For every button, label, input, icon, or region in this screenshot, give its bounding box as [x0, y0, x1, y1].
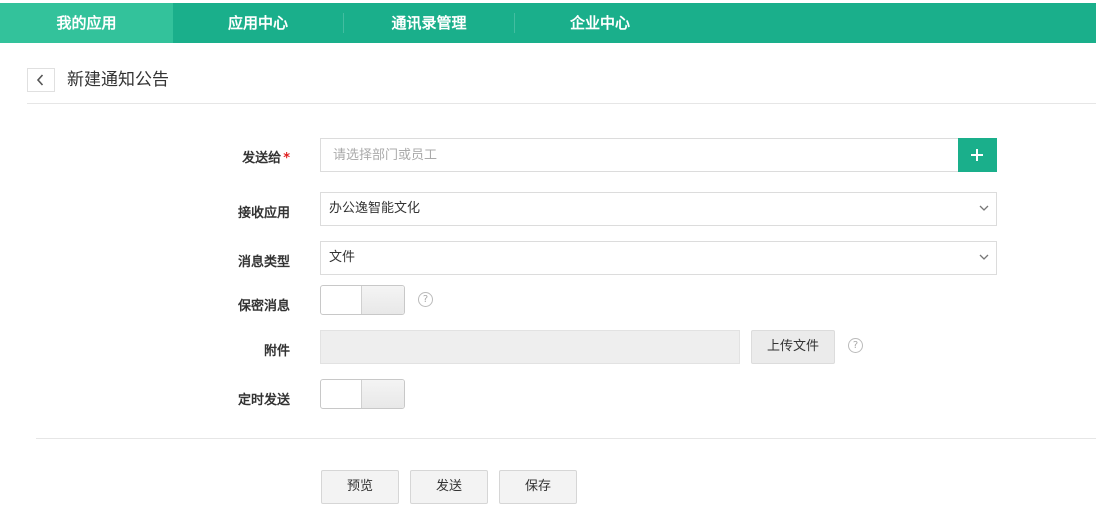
back-button[interactable]: [27, 68, 55, 92]
chevron-down-icon: [979, 254, 989, 260]
confidential-toggle[interactable]: [320, 285, 405, 315]
send-to-label: 发送给 *: [150, 147, 290, 166]
toggle-knob: [361, 380, 404, 408]
send-to-field: [320, 138, 960, 172]
required-mark: *: [283, 151, 290, 166]
scheduled-send-label: 定时发送: [237, 393, 290, 408]
top-nav: 我的应用 应用中心 通讯录管理 企业中心: [0, 3, 1096, 43]
chevron-down-icon: [979, 205, 989, 211]
upload-file-button[interactable]: 上传文件: [751, 330, 835, 364]
attachment-file-field: [320, 330, 740, 364]
form-divider: [36, 438, 1096, 439]
message-type-label: 消息类型: [237, 255, 290, 270]
help-icon[interactable]: ?: [418, 292, 433, 307]
plus-icon: [971, 149, 983, 161]
receive-app-select[interactable]: 办公逸智能文化: [320, 192, 997, 226]
nav-item-contacts-management[interactable]: 通讯录管理: [344, 3, 514, 43]
help-icon[interactable]: ?: [848, 338, 863, 353]
send-to-label-text: 发送给: [242, 151, 282, 166]
message-type-select[interactable]: 文件: [320, 241, 997, 275]
receive-app-label: 接收应用: [237, 206, 290, 221]
toggle-knob: [361, 286, 404, 314]
page-header: 新建通知公告: [27, 67, 1096, 104]
message-type-value: 文件: [329, 250, 356, 265]
nav-item-my-apps[interactable]: 我的应用: [0, 3, 173, 43]
nav-item-app-center[interactable]: 应用中心: [173, 3, 343, 43]
save-button[interactable]: 保存: [499, 470, 577, 504]
confidential-label: 保密消息: [237, 299, 290, 314]
preview-button[interactable]: 预览: [321, 470, 399, 504]
chevron-left-icon: [36, 74, 44, 86]
receive-app-value: 办公逸智能文化: [329, 201, 421, 216]
page-title: 新建通知公告: [67, 70, 169, 90]
nav-item-enterprise-center[interactable]: 企业中心: [515, 3, 685, 43]
attachment-label: 附件: [263, 344, 290, 359]
send-to-input[interactable]: [321, 139, 959, 171]
scheduled-send-toggle[interactable]: [320, 379, 405, 409]
add-recipient-button[interactable]: [958, 138, 997, 172]
send-button[interactable]: 发送: [410, 470, 488, 504]
